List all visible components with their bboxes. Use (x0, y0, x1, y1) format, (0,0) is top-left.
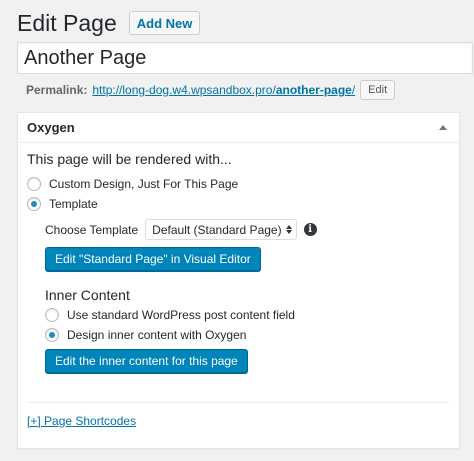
permalink-url-trailing: / (351, 83, 356, 97)
page-header: Edit Page Add New (17, 9, 201, 37)
divider (27, 402, 449, 403)
choose-template-label: Choose Template (45, 222, 139, 237)
add-new-button[interactable]: Add New (128, 11, 201, 35)
select-arrows-icon (285, 225, 292, 234)
choose-template-row: Choose Template Default (Standard Page) … (45, 219, 317, 240)
inner-content-title: Inner Content (45, 287, 130, 303)
render-intro-text: This page will be rendered with... (27, 151, 232, 167)
radio-template[interactable]: Template (27, 197, 98, 211)
radio-label: Custom Design, Just For This Page (49, 177, 239, 191)
permalink-url-base: http://long-dog.w4.wpsandbox.pro/ (92, 83, 276, 97)
page-title-input[interactable]: Another Page (17, 42, 473, 74)
template-select[interactable]: Default (Standard Page) (145, 219, 297, 240)
caret-up-icon[interactable] (439, 125, 447, 130)
edit-inner-content-button[interactable]: Edit the inner content for this page (45, 349, 248, 373)
radio-oxygen-content[interactable]: Design inner content with Oxygen (45, 328, 246, 342)
permalink-edit-button[interactable]: Edit (360, 80, 396, 100)
oxygen-metabox: Oxygen This page will be rendered with..… (17, 112, 460, 449)
radio-standard-content[interactable]: Use standard WordPress post content fiel… (45, 308, 295, 322)
template-select-value: Default (Standard Page) (152, 222, 282, 237)
radio-label: Design inner content with Oxygen (67, 328, 247, 342)
radio-button[interactable] (45, 328, 59, 342)
page-title-value: Another Page (24, 46, 147, 69)
metabox-title: Oxygen (27, 120, 75, 135)
permalink-row: Permalink: http://long-dog.w4.wpsandbox.… (26, 80, 396, 100)
radio-label: Use standard WordPress post content fiel… (67, 308, 295, 322)
info-icon[interactable]: i (303, 223, 317, 236)
permalink-url-slug: another-page (275, 83, 352, 97)
radio-custom-design[interactable]: Custom Design, Just For This Page (27, 177, 238, 191)
radio-button[interactable] (45, 308, 59, 322)
radio-button[interactable] (27, 177, 41, 191)
radio-label: Template (49, 197, 98, 211)
radio-button[interactable] (27, 197, 41, 211)
permalink-link[interactable]: http://long-dog.w4.wpsandbox.pro/another… (92, 83, 355, 97)
permalink-label: Permalink: (26, 83, 88, 97)
page-shortcodes-link[interactable]: [+] Page Shortcodes (27, 414, 136, 428)
page-title: Edit Page (17, 10, 117, 36)
edit-template-button[interactable]: Edit "Standard Page" in Visual Editor (45, 247, 261, 271)
metabox-header[interactable]: Oxygen (18, 113, 459, 143)
